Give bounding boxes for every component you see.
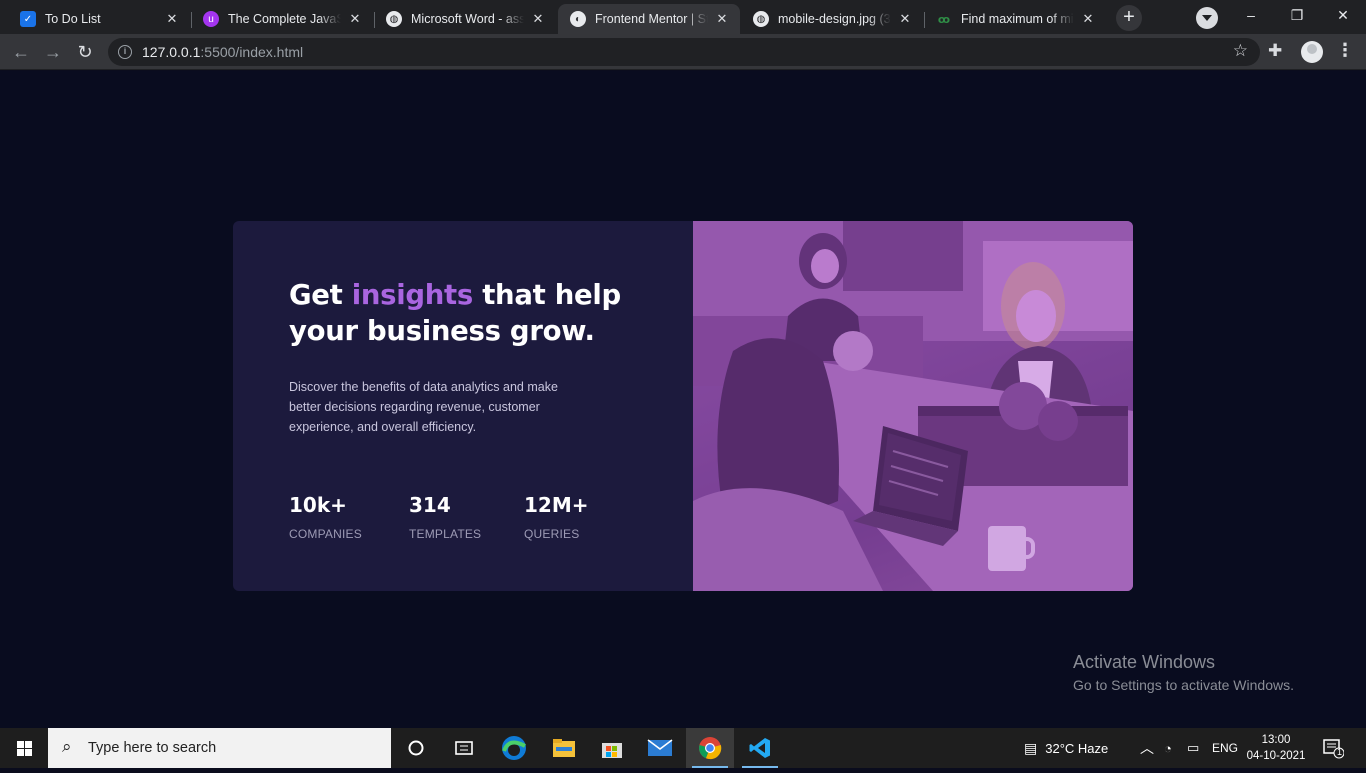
tab-javascript-course[interactable]: u The Complete JavaScript ✕ xyxy=(191,4,373,34)
udemy-icon: u xyxy=(203,11,219,27)
site-info-icon[interactable]: i xyxy=(118,45,132,59)
description: Discover the benefits of data analytics … xyxy=(289,380,558,434)
search-icon: ⌕ xyxy=(62,737,72,756)
globe-icon: ◍ xyxy=(386,11,402,27)
close-window-button[interactable]: ✕ xyxy=(1320,0,1366,32)
chrome-icon[interactable] xyxy=(686,728,734,768)
url-text[interactable]: 127.0.0.1:5500/index.html xyxy=(142,44,303,60)
notification-count: 1 xyxy=(1337,747,1343,757)
tab-geeksforgeeks[interactable]: ꝏ Find maximum of minimum ✕ xyxy=(924,4,1106,34)
tab-title: To Do List xyxy=(45,12,101,26)
vscode-icon[interactable] xyxy=(736,728,784,768)
tab-frontend-mentor[interactable]: ◐ Frontend Mentor | Stats ✕ xyxy=(558,4,740,34)
battery-icon[interactable]: ▭ xyxy=(1187,728,1199,768)
stat-queries: 12M+ QUERIES xyxy=(524,493,589,541)
tab-title: Microsoft Word - assignment xyxy=(411,12,524,26)
stats-row: 10k+ COMPANIES 314 TEMPLATES 12M+ QUERIE… xyxy=(289,493,634,541)
taskbar-search-input[interactable]: ⌕ Type here to search xyxy=(48,728,391,768)
close-tab-icon[interactable]: ✕ xyxy=(1080,11,1096,27)
url-host: 127.0.0.1 xyxy=(142,44,201,60)
tab-title: Find maximum of minimum xyxy=(961,12,1074,26)
tab-microsoft-word[interactable]: ◍ Microsoft Word - assignment ✕ xyxy=(374,4,556,34)
headline: Get insights that help your business gro… xyxy=(289,277,629,349)
bookmark-star-icon[interactable]: ☆ xyxy=(1233,41,1248,61)
taskbar-clock[interactable]: 13:00 04-10-2021 xyxy=(1244,732,1308,764)
weather-widget[interactable]: ▤ 32°C Haze xyxy=(1024,728,1108,768)
tab-to-do-list[interactable]: ✓ To Do List ✕ xyxy=(8,4,190,34)
page-viewport: Get insights that help your business gro… xyxy=(0,71,1366,728)
back-icon[interactable]: ← xyxy=(8,39,34,65)
stats-preview-card: Get insights that help your business gro… xyxy=(233,221,1133,591)
task-view-icon[interactable] xyxy=(440,728,488,768)
stat-value: 12M+ xyxy=(524,493,589,517)
globe-icon: ◍ xyxy=(753,11,769,27)
stat-label: QUERIES xyxy=(524,527,580,541)
minimize-button[interactable]: – xyxy=(1228,0,1274,32)
edge-browser-icon[interactable] xyxy=(490,728,538,768)
reload-icon[interactable]: ↻ xyxy=(72,39,98,65)
language-indicator[interactable]: ENG xyxy=(1212,728,1238,768)
network-icon[interactable]: ◔ xyxy=(1164,728,1172,768)
geeksforgeeks-icon: ꝏ xyxy=(937,13,951,26)
stat-companies: 10k+ COMPANIES xyxy=(289,493,362,541)
microsoft-store-icon[interactable] xyxy=(588,728,636,768)
clock-time: 13:00 xyxy=(1261,734,1291,746)
browser-menu-icon[interactable]: ⋮ xyxy=(1336,40,1354,61)
show-hidden-icons-chevron-icon[interactable]: ︿ xyxy=(1140,728,1154,768)
todo-check-icon: ✓ xyxy=(20,11,36,27)
headline-start: Get xyxy=(289,279,352,311)
mail-icon[interactable] xyxy=(636,728,684,768)
forward-icon[interactable]: → xyxy=(40,39,66,65)
activate-windows-watermark: Activate Windows Go to Settings to activ… xyxy=(1073,652,1294,693)
search-placeholder: Type here to search xyxy=(88,740,217,756)
tab-strip: ✓ To Do List ✕ u The Complete JavaScript… xyxy=(0,0,1366,34)
tab-search-icon[interactable] xyxy=(1196,7,1218,29)
file-explorer-icon[interactable] xyxy=(540,728,588,768)
extensions-puzzle-icon[interactable]: ✚ xyxy=(1268,41,1282,61)
address-bar[interactable]: i 127.0.0.1:5500/index.html ☆ xyxy=(108,38,1260,66)
watermark-title: Activate Windows xyxy=(1073,652,1216,672)
new-tab-button[interactable]: + xyxy=(1116,5,1142,31)
close-tab-icon[interactable]: ✕ xyxy=(164,11,180,27)
weather-icon: ▤ xyxy=(1024,739,1038,756)
frontend-mentor-icon: ◐ xyxy=(570,11,586,27)
tab-title: mobile-design.jpg (375 xyxy=(778,12,891,26)
maximize-button[interactable]: ❐ xyxy=(1274,0,1320,32)
stat-templates: 314 TEMPLATES xyxy=(409,493,482,541)
tab-mobile-design[interactable]: ◍ mobile-design.jpg (375 ✕ xyxy=(741,4,923,34)
cortana-icon[interactable] xyxy=(392,728,440,768)
stat-value: 10k+ xyxy=(289,493,347,517)
windows-logo-icon xyxy=(17,741,32,756)
stat-value: 314 xyxy=(409,493,451,517)
clock-date: 04-10-2021 xyxy=(1246,750,1306,762)
header-image-office-team xyxy=(693,221,1133,591)
office-photo-illustration xyxy=(693,221,1133,591)
headline-accent: insights xyxy=(351,279,473,311)
tab-title: The Complete JavaScript xyxy=(228,12,341,26)
windows-taskbar: ⌕ Type here to search ▤ 32°C Haze ︿ ◔ ▭ … xyxy=(0,728,1366,768)
close-tab-icon[interactable]: ✕ xyxy=(714,11,730,27)
close-tab-icon[interactable]: ✕ xyxy=(897,11,913,27)
watermark-subtitle: Go to Settings to activate Windows. xyxy=(1073,677,1294,693)
tab-title: Frontend Mentor | Stats xyxy=(595,12,708,26)
stat-label: COMPANIES xyxy=(289,527,362,541)
card-text-section: Get insights that help your business gro… xyxy=(289,277,629,437)
url-path: :5500/index.html xyxy=(200,44,304,60)
close-tab-icon[interactable]: ✕ xyxy=(530,11,546,27)
profile-avatar[interactable] xyxy=(1301,41,1323,63)
weather-text: 32°C Haze xyxy=(1045,740,1109,756)
start-button[interactable] xyxy=(0,728,48,768)
stat-label: TEMPLATES xyxy=(409,527,482,541)
close-tab-icon[interactable]: ✕ xyxy=(347,11,363,27)
notification-center-icon[interactable]: 1 xyxy=(1322,728,1344,768)
browser-toolbar: ← → ↻ i 127.0.0.1:5500/index.html ☆ ✚ ⋮ xyxy=(0,34,1366,70)
